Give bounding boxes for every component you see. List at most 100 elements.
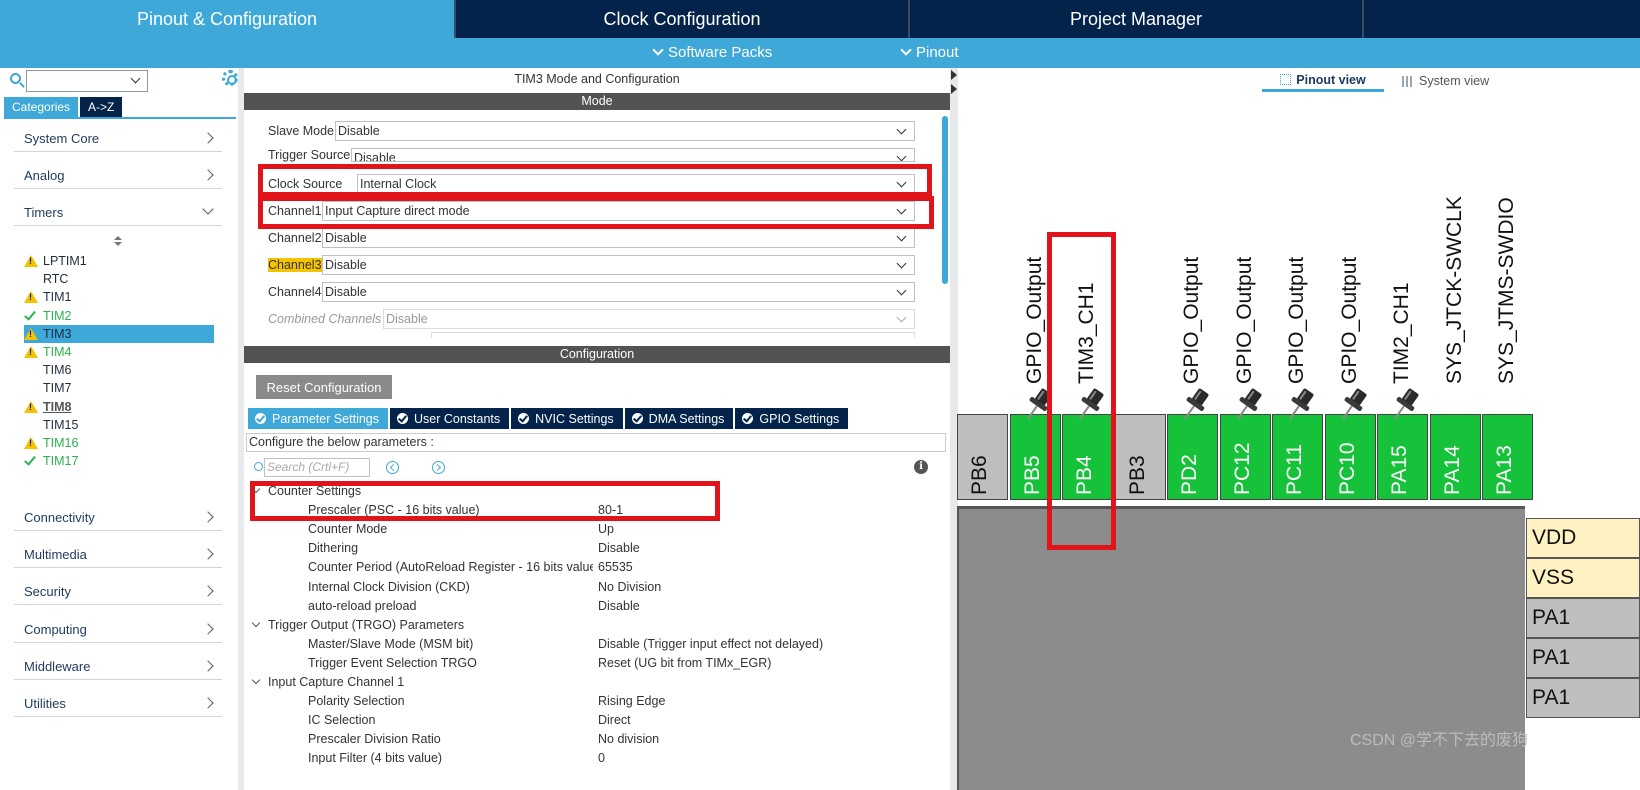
timer-item-tim16[interactable]: TIM16 (24, 434, 214, 452)
parameter-value[interactable]: No Division (598, 580, 661, 594)
category-computing[interactable]: Computing (14, 617, 222, 643)
parameter-row[interactable]: Trigger Event Selection TRGO Reset (UG bi… (244, 654, 944, 673)
timer-item-tim2[interactable]: TIM2 (24, 307, 214, 325)
category-multimedia[interactable]: Multimedia (14, 542, 222, 568)
chevron-down-icon[interactable] (251, 618, 261, 627)
parameter-value[interactable]: Disable (598, 599, 640, 613)
select-value: Disable (325, 258, 367, 272)
parameter-value[interactable]: No division (598, 732, 659, 746)
previous-result-icon[interactable] (386, 461, 399, 474)
parameter-row[interactable]: Dithering Disable (244, 539, 944, 558)
category-analog[interactable]: Analog (14, 163, 222, 189)
pinout-menu[interactable]: Pinout (900, 44, 959, 61)
timer-item-tim8[interactable]: TIM8 (24, 398, 214, 416)
sort-icon[interactable] (114, 236, 122, 246)
tab-clock-configuration[interactable]: Clock Configuration (456, 0, 910, 38)
category-middleware[interactable]: Middleware (14, 654, 222, 680)
tab-parameter-settings[interactable]: Parameter Settings (248, 408, 388, 429)
pin-pc12[interactable]: PC12 (1219, 414, 1271, 500)
parameter-group[interactable]: Trigger Output (TRGO) Parameters (244, 616, 944, 635)
tab-user-constants[interactable]: User Constants (390, 408, 510, 429)
parameter-value[interactable]: Disable (598, 541, 640, 555)
parameter-value[interactable]: Direct (598, 713, 631, 727)
mode-scrollbar[interactable] (942, 116, 948, 284)
trigger-source-select[interactable]: Disable (351, 148, 915, 162)
parameter-value[interactable]: Disable (Trigger input effect not delaye… (598, 637, 823, 651)
slave-mode-select[interactable]: Disable (335, 121, 915, 141)
parameter-value[interactable]: 65535 (598, 560, 633, 574)
parameter-value[interactable]: 80-1 (598, 503, 623, 517)
parameter-row[interactable]: Prescaler (PSC - 16 bits value) 80-1 (244, 501, 944, 520)
parameter-row[interactable]: Input Filter (4 bits value) 0 (244, 749, 944, 768)
blank-icon (24, 418, 40, 432)
tab-nvic-settings[interactable]: NVIC Settings (511, 408, 623, 429)
parameter-value[interactable]: 0 (598, 751, 605, 765)
tab-gpio-settings[interactable]: GPIO Settings (735, 408, 849, 429)
channel4-select[interactable]: Disable (322, 282, 915, 302)
timer-item-lptim1[interactable]: LPTIM1 (24, 252, 214, 270)
pin-pc11[interactable]: PC11 (1272, 414, 1323, 500)
software-packs-menu[interactable]: Software Packs (652, 44, 772, 61)
tab-project-manager[interactable]: Project Manager (910, 0, 1364, 38)
reset-configuration-button[interactable]: Reset Configuration (256, 375, 392, 399)
category-utilities[interactable]: Utilities (14, 691, 222, 717)
timer-item-tim1[interactable]: TIM1 (24, 288, 214, 306)
parameter-row[interactable]: IC Selection Direct (244, 711, 944, 730)
tab-dma-settings[interactable]: DMA Settings (624, 408, 734, 429)
parameter-value[interactable]: Up (598, 522, 614, 536)
parameter-row[interactable]: Prescaler Division Ratio No division (244, 730, 944, 749)
pin-pa13[interactable]: PA13 (1482, 414, 1533, 500)
category-security[interactable]: Security (14, 579, 222, 605)
pin-pb3[interactable]: PB3 (1114, 414, 1166, 500)
parameter-row[interactable]: Counter Mode Up (244, 520, 944, 539)
tab-tools[interactable] (1364, 0, 1640, 38)
chevron-down-icon[interactable] (251, 675, 261, 685)
tab-label: NVIC Settings (535, 411, 614, 426)
info-icon[interactable]: i (914, 460, 928, 474)
category-connectivity[interactable]: Connectivity (14, 505, 222, 531)
pin-pa1x[interactable]: PA1 (1526, 638, 1640, 678)
pin-vdd[interactable]: VDD (1526, 518, 1640, 558)
parameter-value[interactable]: Reset (UG bit from TIMx_EGR) (598, 656, 771, 670)
channel2-select[interactable]: Disable (322, 228, 915, 248)
pin-pd2[interactable]: PD2 (1167, 414, 1218, 500)
gear-icon[interactable] (222, 70, 238, 86)
timer-item-tim17[interactable]: TIM17 (24, 452, 214, 470)
tab-pinout-view[interactable]: Pinout view (1262, 70, 1384, 92)
tab-a-z[interactable]: A->Z (80, 97, 123, 117)
pin-pc10[interactable]: PC10 (1324, 414, 1376, 500)
tab-pinout-configuration[interactable]: Pinout & Configuration (0, 0, 456, 38)
parameter-row[interactable]: Internal Clock Division (CKD) No Division (244, 578, 944, 597)
parameter-row[interactable]: Counter Period (AutoReload Register - 16… (244, 558, 944, 577)
channel3-select[interactable]: Disable (322, 255, 915, 275)
parameter-row[interactable]: Master/Slave Mode (MSM bit) Disable (Trig… (244, 635, 944, 654)
category-system-core[interactable]: System Core (14, 126, 222, 152)
tab-system-view[interactable]: System view (1402, 70, 1489, 92)
search-combo[interactable] (26, 70, 148, 92)
parameter-value[interactable]: Rising Edge (598, 694, 665, 708)
timer-item-tim15[interactable]: TIM15 (24, 416, 214, 434)
timer-item-tim3[interactable]: TIM3 (24, 324, 214, 343)
pin-pa15[interactable]: PA15 (1377, 414, 1428, 500)
tab-categories[interactable]: Categories (4, 97, 79, 117)
parameter-group[interactable]: Input Capture Channel 1 (244, 673, 944, 692)
pin-pa1x[interactable]: PA1 (1526, 678, 1640, 718)
pin-pa1x[interactable]: PA1 (1526, 598, 1640, 638)
chevron-down-icon[interactable] (251, 484, 261, 494)
timer-item-tim4[interactable]: TIM4 (24, 343, 214, 361)
parameter-search-input[interactable]: Search (Crtl+F) (264, 458, 370, 477)
collapse-arrow-icon[interactable] (951, 70, 957, 80)
timer-item-tim6[interactable]: TIM6 (24, 361, 214, 379)
tab-label: DMA Settings (648, 411, 725, 426)
category-timers[interactable]: Timers (14, 200, 222, 226)
parameter-row[interactable]: auto-reload preload Disable (244, 597, 944, 616)
collapse-arrow-icon[interactable] (951, 84, 957, 94)
next-result-icon[interactable] (432, 461, 445, 474)
parameter-row[interactable]: Polarity Selection Rising Edge (244, 692, 944, 711)
timer-item-tim7[interactable]: TIM7 (24, 379, 214, 397)
parameter-group[interactable]: Counter Settings (244, 482, 944, 501)
pin-vss[interactable]: VSS (1526, 558, 1640, 598)
pin-pb6[interactable]: PB6 (957, 414, 1008, 500)
timer-item-rtc[interactable]: RTC (24, 270, 214, 288)
pin-pa14[interactable]: PA14 (1429, 414, 1481, 500)
